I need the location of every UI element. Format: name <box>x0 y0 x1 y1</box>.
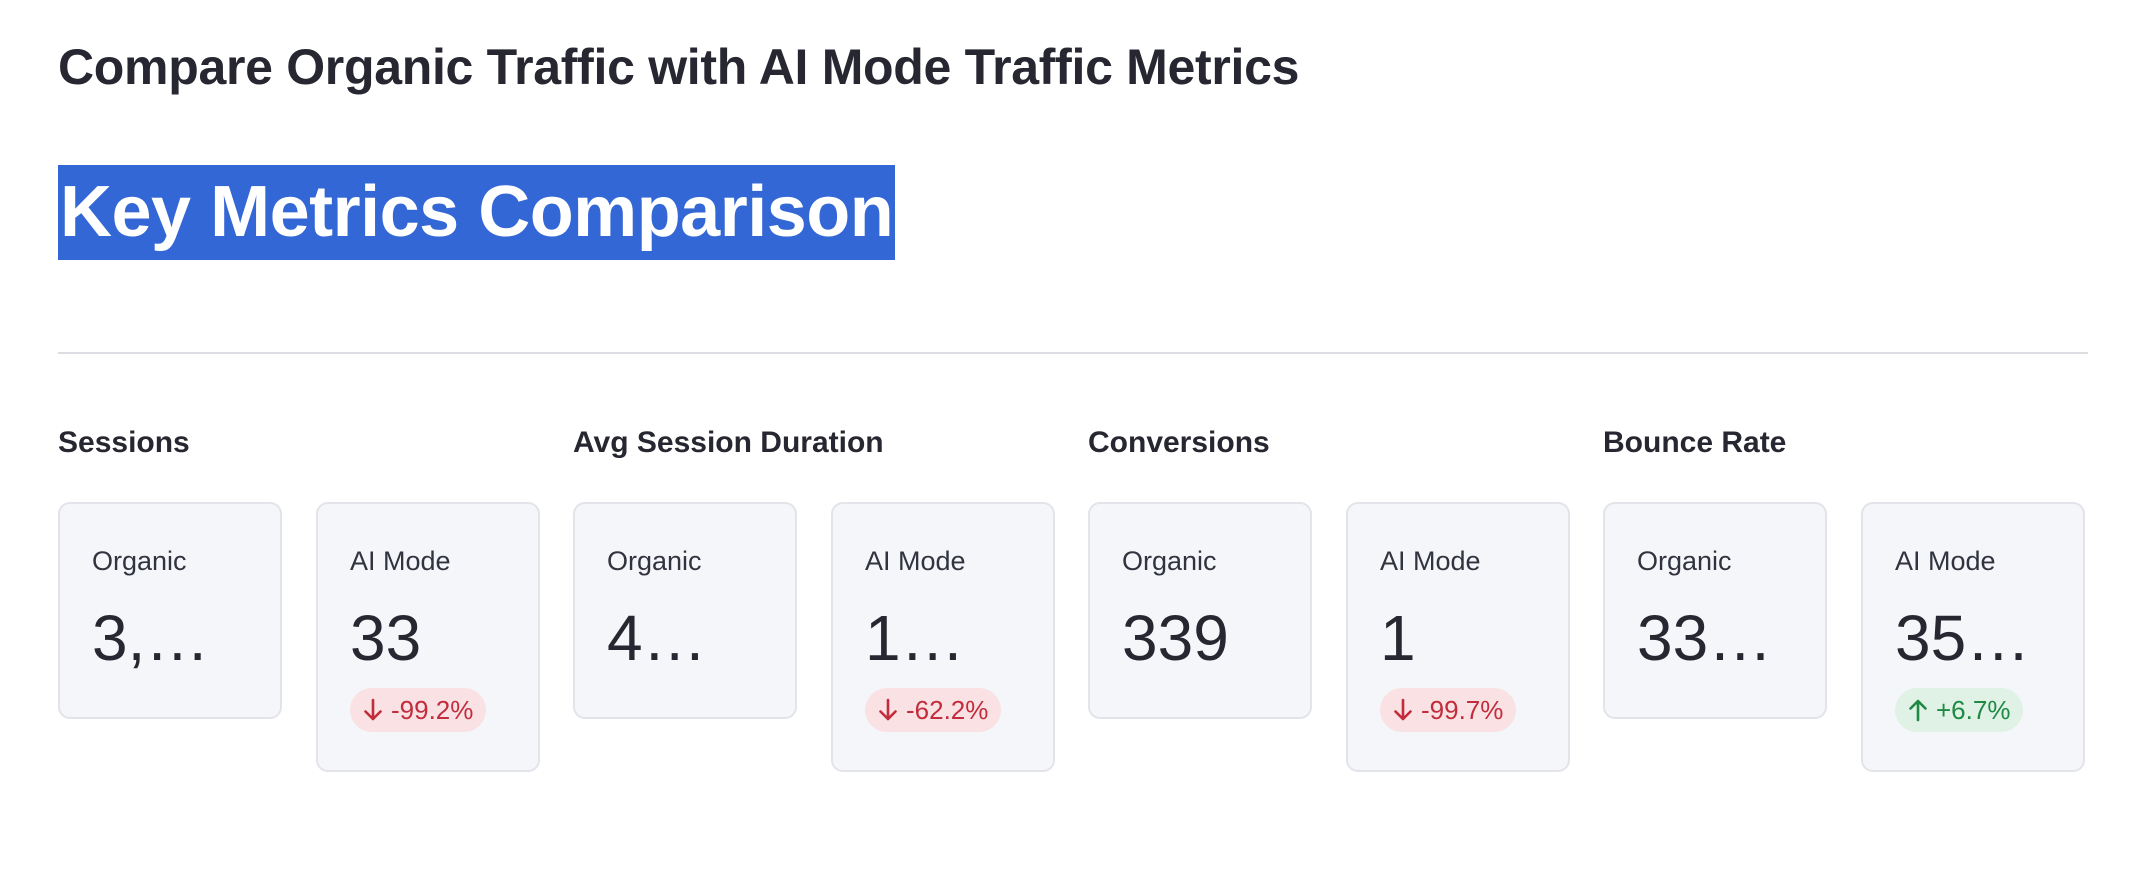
metric-card-label: AI Mode <box>1895 546 1996 576</box>
metric-value: 35… <box>1895 602 2031 674</box>
metric-card-conversions-ai-mode: AI Mode 1 -99.7% <box>1346 502 1570 772</box>
metric-card-label: AI Mode <box>865 546 966 576</box>
metric-value: 3,… <box>92 602 210 674</box>
section-heading-selected[interactable]: Key Metrics Comparison <box>58 165 896 260</box>
metric-value: 1 <box>1380 602 1416 674</box>
metrics-page: Compare Organic Traffic with AI Mode Tra… <box>0 0 2136 882</box>
metric-card-label: Organic <box>1637 546 1732 576</box>
metric-value: 4… <box>607 602 707 674</box>
delta-badge: +6.7% <box>1895 688 2024 732</box>
metric-value: 339 <box>1122 602 1229 674</box>
metric-card-avg-session-duration-organic: Organic 4… <box>573 502 797 719</box>
arrow-up-icon <box>1909 699 1927 722</box>
delta-value: -99.7% <box>1421 694 1504 725</box>
delta-badge: -62.2% <box>865 688 1002 732</box>
delta-badge: -99.7% <box>1380 688 1517 732</box>
delta-value: -62.2% <box>906 694 989 725</box>
metric-card-label: Organic <box>92 546 187 576</box>
delta-value: -99.2% <box>391 694 474 725</box>
metric-value: 33 <box>350 602 422 674</box>
metric-card-sessions-ai-mode: AI Mode 33 -99.2% <box>316 502 540 772</box>
delta-value: +6.7% <box>1936 694 2011 725</box>
metric-group-label-conversions: Conversions <box>1088 426 1270 459</box>
metric-group-label-bounce-rate: Bounce Rate <box>1603 426 1787 459</box>
metric-card-bounce-rate-organic: Organic 33… <box>1603 502 1827 719</box>
divider <box>58 352 2088 354</box>
metric-group-label-sessions: Sessions <box>58 426 190 459</box>
metric-card-label: Organic <box>1122 546 1217 576</box>
metric-value: 33… <box>1637 602 1773 674</box>
metric-group-label-avg-session-duration: Avg Session Duration <box>573 426 884 459</box>
metric-card-label: AI Mode <box>1380 546 1481 576</box>
delta-badge: -99.2% <box>350 688 487 732</box>
metric-value: 1… <box>865 602 965 674</box>
metric-card-label: Organic <box>607 546 702 576</box>
arrow-down-icon <box>879 698 897 721</box>
metric-card-conversions-organic: Organic 339 <box>1088 502 1312 719</box>
metric-card-bounce-rate-ai-mode: AI Mode 35… +6.7% <box>1861 502 2085 772</box>
metric-card-sessions-organic: Organic 3,… <box>58 502 282 719</box>
metric-card-label: AI Mode <box>350 546 451 576</box>
metric-card-avg-session-duration-ai-mode: AI Mode 1… -62.2% <box>831 502 1055 772</box>
page-title: Compare Organic Traffic with AI Mode Tra… <box>58 39 1300 95</box>
arrow-down-icon <box>364 698 382 721</box>
arrow-down-icon <box>1394 698 1412 721</box>
